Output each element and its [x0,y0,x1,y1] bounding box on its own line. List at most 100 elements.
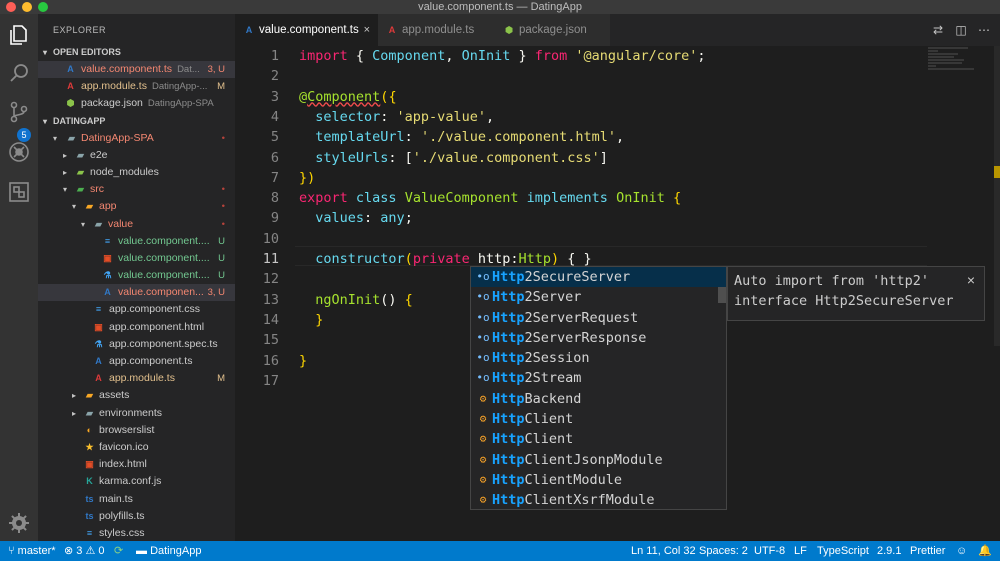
tree-folder-node-modules[interactable]: ▸ ▰ node_modules [38,164,235,181]
tree-file[interactable]: K karma.conf.js [38,473,235,490]
interface-icon: •o [476,290,490,304]
open-editor-item[interactable]: ⬢ package.json DatingApp-SPA [38,95,235,112]
tab-app-module[interactable]: A app.module.ts [378,14,495,46]
code-line[interactable]: 6 styleUrls: ['./value.component.css'] [235,148,935,168]
tree-file[interactable]: ≡ value.component.... U [38,233,235,250]
interface-icon: •o [476,351,490,365]
tree-file[interactable]: ts main.ts [38,491,235,508]
debug-icon[interactable] [7,140,31,164]
suggestion-details: Auto import from 'http2' interface Http2… [727,266,985,321]
tree-file[interactable]: ≡ app.component.css [38,301,235,318]
suggestion-item[interactable]: •o Http2Server [471,287,726,307]
tree-file[interactable]: ⚗ value.component.... U [38,267,235,284]
git-branch[interactable]: ⑂ master* [8,541,56,561]
chevron-down-icon: ▾ [43,48,48,57]
suggestion-label: HttpClientJsonpModule [492,450,663,470]
suggestion-item[interactable]: •o Http2SecureServer [471,267,726,288]
close-icon[interactable]: × [364,14,370,46]
search-icon[interactable] [7,61,31,85]
feedback-icon[interactable]: ☺ [956,541,967,561]
notifications-icon[interactable]: 🔔 [978,541,992,561]
code-line[interactable]: 1 import { Component, OnInit } from '@ang… [235,46,935,66]
html-file-icon: ▣ [103,252,112,263]
open-editor-item[interactable]: A app.module.ts DatingApp-... M [38,78,235,95]
tree-label: environments [99,406,163,419]
suggestion-rest: 2Session [524,350,590,367]
language-mode[interactable]: TypeScript [817,541,869,561]
untracked-badge: U [218,270,225,282]
code-token: Component [372,48,446,64]
code-line[interactable]: 4 selector: 'app-value', [235,107,935,127]
tree-folder-value[interactable]: ▾ ▰ value • [38,216,235,233]
tree-folder-environments[interactable]: ▸ ▰ environments [38,405,235,422]
project-header[interactable]: ▾ DATINGAPP [38,113,235,130]
tree-file[interactable]: ▣ app.component.html [38,319,235,336]
extensions-icon[interactable] [7,180,31,204]
split-editor-icon[interactable]: ◫ [953,22,969,38]
tree-file-selected[interactable]: A value.componen... 3, U [38,284,235,302]
suggestion-match: Http [492,492,525,509]
suggestion-item[interactable]: ⚙ HttpClient [471,409,726,429]
code-line[interactable]: 8 export class ValueComponent implements … [235,188,935,208]
tree-file[interactable]: ◐ browserslist [38,422,235,439]
typescript-version[interactable]: 2.9.1 [877,541,901,561]
open-editors-header[interactable]: ▾ OPEN EDITORS [38,44,235,61]
tree-file[interactable]: A app.component.ts [38,353,235,370]
code-line[interactable]: 7}) [235,168,935,188]
editor-scrollbar[interactable] [994,46,1000,346]
explorer-icon[interactable] [7,23,31,47]
modified-badge: M [217,81,225,93]
sync-icon[interactable]: ⟳ [114,541,123,561]
open-changes-icon[interactable]: ⇄ [930,22,946,38]
suggestion-label: Http2ServerResponse [492,328,646,348]
code-token: } [299,169,308,186]
tree-folder-assets[interactable]: ▸ ▰ assets [38,387,235,404]
problems-indicator[interactable]: ⊗ 3 ⚠ 0 [64,541,105,561]
code-token: './value.component.css' [412,149,600,166]
tab-value-component[interactable]: A value.component.ts × [235,14,378,46]
minimap[interactable] [928,46,992,86]
suggestion-item[interactable]: •o Http2ServerRequest [471,308,726,328]
cursor-position[interactable]: Ln 11, Col 32 [631,541,696,561]
tree-file[interactable]: ≡ styles.css [38,525,235,541]
tree-label: app.component.html [109,320,205,333]
open-editor-item[interactable]: A value.component.ts Dat... 3, U [38,61,235,79]
suggestion-label: Http2Server [492,287,581,307]
suggestion-item[interactable]: ⚙ HttpBackend [471,389,726,409]
code-line[interactable]: 9 values: any; [235,208,935,228]
folder-icon: ▰ [68,132,75,143]
tab-package-json[interactable]: ⬢ package.json [495,14,610,46]
encoding[interactable]: UTF-8 [754,541,785,561]
code-line[interactable]: 2 [235,66,935,86]
tree-folder-app[interactable]: ▾ ▰ app • [38,198,235,215]
tree-folder-e2e[interactable]: ▸ ▰ e2e [38,147,235,164]
prettier-status[interactable]: Prettier [910,541,945,561]
tree-file[interactable]: ts polyfills.ts [38,508,235,525]
close-icon[interactable]: × [967,270,975,290]
suggestion-item[interactable]: •o Http2Stream [471,368,726,388]
code-line[interactable]: 3 @Component({ [235,87,935,107]
code-text: } [299,351,307,371]
tree-file[interactable]: ★ favicon.ico [38,439,235,456]
tree-folder-datingapp-spa[interactable]: ▾ ▰ DatingApp-SPA • [38,130,235,147]
indentation[interactable]: Spaces: 2 [699,541,748,561]
tree-folder-src[interactable]: ▾ ▰ src • [38,181,235,198]
tree-file[interactable]: ▣ value.component.... U [38,250,235,267]
suggestion-item[interactable]: ⚙ HttpClient [471,429,726,449]
suggestion-item[interactable]: •o Http2ServerResponse [471,328,726,348]
suggestion-item[interactable]: ⚙ HttpClientModule [471,470,726,490]
line-ending[interactable]: LF [794,541,807,561]
code-line[interactable]: 5 templateUrl: './value.component.html', [235,127,935,147]
more-actions-icon[interactable]: ⋯ [976,22,992,38]
suggestion-item[interactable]: •o Http2Session [471,348,726,368]
tree-file[interactable]: ▣ index.html [38,456,235,473]
workspace-folder[interactable]: ▬ DatingApp [136,541,201,561]
autocomplete-suggestions[interactable]: •o Http2SecureServer •o Http2Server •o Http2S… [470,266,727,510]
gear-icon[interactable] [7,511,31,535]
code-line[interactable]: 10 [235,229,935,249]
source-control-icon[interactable] [7,100,31,124]
tree-file[interactable]: A app.module.ts M [38,370,235,387]
suggestion-item[interactable]: ⚙ HttpClientJsonpModule [471,450,726,470]
suggestion-item[interactable]: ⚙ HttpClientXsrfModule [471,490,726,509]
tree-file[interactable]: ⚗ app.component.spec.ts [38,336,235,353]
